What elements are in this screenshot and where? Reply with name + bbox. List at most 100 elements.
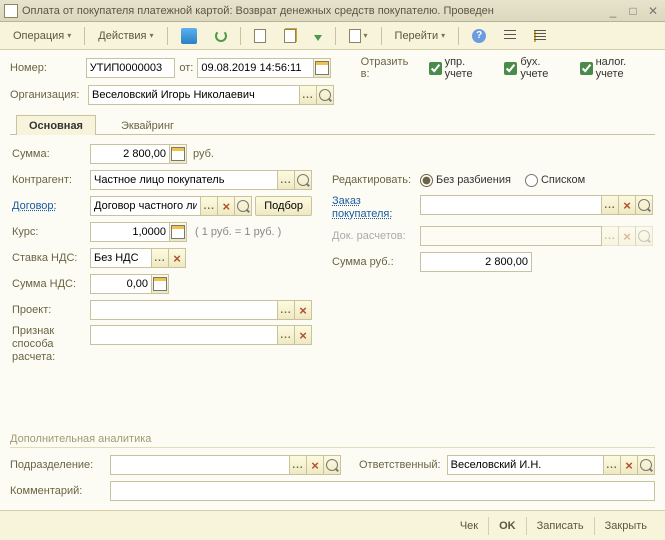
subdivision-label: Подразделение:: [10, 459, 110, 471]
rate-label: Курс:: [12, 226, 90, 238]
contractor-label: Контрагент:: [12, 174, 90, 186]
contractor-search-button[interactable]: [294, 170, 312, 190]
order-label-link[interactable]: Заказ покупателя:: [332, 195, 420, 221]
date-input[interactable]: [197, 58, 314, 78]
minimize-button[interactable]: _: [605, 4, 621, 18]
docrasch-input: [420, 226, 602, 246]
order-input[interactable]: [420, 195, 602, 215]
order-clear-button[interactable]: [618, 195, 636, 215]
docrasch-label: Док. расчетов:: [332, 230, 420, 242]
button-bar: Чек OK Записать Закрыть: [0, 510, 665, 540]
order-search-button[interactable]: [635, 195, 653, 215]
actions-menu[interactable]: Действия: [91, 27, 160, 45]
tree-icon: [534, 30, 546, 42]
project-select-button[interactable]: [277, 300, 295, 320]
document-icon: [4, 4, 18, 18]
nds-select-button[interactable]: [151, 248, 169, 268]
maximize-button[interactable]: □: [625, 4, 641, 18]
reflect-label: Отразить в:: [361, 56, 419, 80]
analytics-header: Дополнительная аналитика: [10, 433, 655, 448]
rate-calc-button[interactable]: [169, 222, 187, 242]
docrasch-clear-button: [618, 226, 636, 246]
doc-button-1[interactable]: [247, 26, 273, 46]
responsible-input[interactable]: [447, 455, 604, 475]
subdivision-select-button[interactable]: [289, 455, 307, 475]
priznak-select-button[interactable]: [277, 325, 295, 345]
org-input[interactable]: [88, 85, 300, 105]
help-icon: ?: [472, 29, 486, 43]
nds-rate-input[interactable]: [90, 248, 152, 268]
rate-input[interactable]: [90, 222, 170, 242]
bukh-uchet-checkbox[interactable]: бух. учете: [504, 56, 569, 80]
tab-acquiring[interactable]: Эквайринг: [108, 115, 187, 135]
close-button[interactable]: Закрыть: [594, 517, 657, 535]
tab-main[interactable]: Основная: [16, 115, 96, 135]
nds-clear-button[interactable]: [168, 248, 186, 268]
priznak-input[interactable]: [90, 325, 278, 345]
responsible-select-button[interactable]: [603, 455, 621, 475]
contract-select-button[interactable]: [200, 196, 218, 216]
contractor-select-button[interactable]: [277, 170, 295, 190]
responsible-label: Ответственный:: [359, 459, 441, 471]
edit-mode-label: Редактировать:: [332, 174, 420, 186]
doc-button-2[interactable]: [277, 26, 303, 46]
org-select-button[interactable]: [299, 85, 317, 105]
number-label: Номер:: [10, 62, 86, 74]
project-clear-button[interactable]: [294, 300, 312, 320]
radio-list[interactable]: Списком: [525, 174, 585, 187]
save-icon: [181, 28, 197, 44]
nalog-uchet-checkbox[interactable]: налог. учете: [580, 56, 655, 80]
comment-input[interactable]: [110, 481, 655, 501]
tree-view-button[interactable]: [527, 27, 553, 45]
titlebar: Оплата от покупателя платежной картой: В…: [0, 0, 665, 22]
contract-search-button[interactable]: [234, 196, 252, 216]
post-icon: [314, 35, 322, 41]
save-button[interactable]: [174, 25, 204, 47]
ok-button[interactable]: OK: [488, 517, 526, 535]
contract-clear-button[interactable]: [217, 196, 235, 216]
nds-sum-calc-button[interactable]: [151, 274, 169, 294]
docrasch-select-button: [601, 226, 619, 246]
refresh-button[interactable]: [208, 27, 234, 45]
nds-sum-input[interactable]: [90, 274, 152, 294]
number-input[interactable]: [86, 58, 176, 78]
doc-button-3[interactable]: [307, 28, 329, 44]
window-title: Оплата от покупателя платежной картой: В…: [22, 5, 605, 17]
check-button[interactable]: Чек: [450, 517, 488, 535]
upr-uchet-checkbox[interactable]: упр. учете: [429, 56, 495, 80]
structure-button[interactable]: [342, 26, 375, 46]
sum-calc-button[interactable]: [169, 144, 187, 164]
contractor-input[interactable]: [90, 170, 278, 190]
doc-new-icon: [284, 29, 296, 43]
sumrub-label: Сумма руб.:: [332, 256, 420, 268]
subdivision-clear-button[interactable]: [306, 455, 324, 475]
order-select-button[interactable]: [601, 195, 619, 215]
priznak-clear-button[interactable]: [294, 325, 312, 345]
rate-hint: ( 1 руб. = 1 руб. ): [195, 226, 281, 238]
project-input[interactable]: [90, 300, 278, 320]
from-label: от:: [179, 62, 193, 74]
org-search-button[interactable]: [316, 85, 334, 105]
help-button[interactable]: ?: [465, 26, 493, 46]
responsible-clear-button[interactable]: [620, 455, 638, 475]
refresh-icon: [215, 30, 227, 42]
priznak-label: Признак способа расчета:: [12, 325, 90, 364]
sum-label: Сумма:: [12, 148, 90, 160]
toolbar: Операция Действия Перейти ?: [0, 22, 665, 50]
sumrub-input[interactable]: [420, 252, 532, 272]
write-button[interactable]: Записать: [526, 517, 594, 535]
list-view-button[interactable]: [497, 27, 523, 45]
operation-menu[interactable]: Операция: [6, 27, 78, 45]
contract-input[interactable]: [90, 196, 201, 216]
contract-label-link[interactable]: Договор:: [12, 200, 90, 212]
subdivision-input[interactable]: [110, 455, 290, 475]
calendar-button[interactable]: [313, 58, 331, 78]
rub-label: руб.: [193, 148, 271, 160]
responsible-search-button[interactable]: [637, 455, 655, 475]
goto-menu[interactable]: Перейти: [388, 27, 453, 45]
sum-input[interactable]: [90, 144, 170, 164]
pick-button[interactable]: Подбор: [255, 196, 312, 216]
close-window-button[interactable]: ✕: [645, 4, 661, 18]
radio-no-split[interactable]: Без разбиения: [420, 174, 511, 187]
subdivision-search-button[interactable]: [323, 455, 341, 475]
